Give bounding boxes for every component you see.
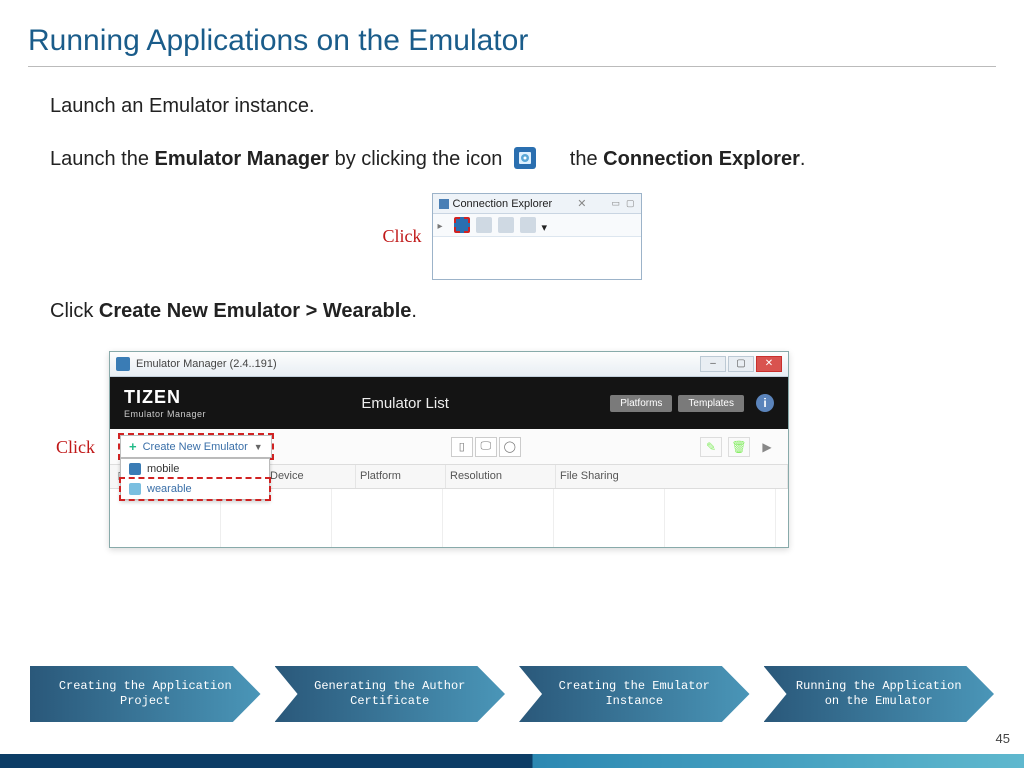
toolbar-icon	[476, 217, 492, 233]
slide: Running Applications on the Emulator Lau…	[0, 0, 1024, 768]
connection-body	[433, 237, 641, 279]
step-label: Running the Application on the Emulator	[764, 666, 995, 722]
run-icon	[438, 220, 448, 230]
emulator-manager-window: Emulator Manager (2.4..191) – ▢ ✕ TIZEN …	[109, 351, 789, 548]
label: wearable	[147, 483, 192, 495]
desktop-icon[interactable]: 🖵	[475, 437, 497, 457]
tab-label: Connection Explorer	[453, 198, 553, 210]
tab-templates[interactable]: Templates	[678, 395, 744, 412]
button-label: Create New Emulator	[143, 441, 248, 453]
tizen-logo: TIZEN Emulator Manager	[124, 387, 206, 419]
emulator-manager-screenshot: Click Emulator Manager (2.4..191) – ▢ ✕ …	[56, 351, 974, 548]
text: Click	[50, 300, 99, 322]
col-filesharing: File Sharing	[556, 465, 788, 488]
info-icon[interactable]: i	[756, 394, 774, 412]
step-2: Generating the Author Certificate	[275, 666, 506, 722]
emulator-manager-icon	[514, 147, 536, 169]
dropdown-caret-icon: ▾	[542, 221, 550, 229]
emulator-header: TIZEN Emulator Manager Emulator List Pla…	[110, 377, 788, 429]
tab-close-icon: ✕	[577, 197, 586, 210]
maximize-button[interactable]: ▢	[728, 356, 754, 372]
para-launch-instance: Launch an Emulator instance.	[50, 93, 974, 120]
col-resolution: Resolution	[446, 465, 556, 488]
col-platform: Platform	[356, 465, 446, 488]
page-number: 45	[996, 731, 1010, 746]
divider	[28, 66, 996, 67]
window-buttons: – ▢ ✕	[700, 356, 782, 372]
term-emulator-manager: Emulator Manager	[155, 148, 329, 170]
term-create-wearable: Create New Emulator > Wearable	[99, 300, 412, 322]
logo-subtitle: Emulator Manager	[124, 409, 206, 419]
click-annotation: Click	[56, 437, 95, 458]
step-arrows: Creating the Application Project Generat…	[30, 666, 994, 722]
minimize-button[interactable]: –	[700, 356, 726, 372]
click-annotation: Click	[383, 226, 422, 247]
text: the	[570, 148, 603, 170]
text: Launch the	[50, 148, 155, 170]
text: .	[411, 300, 417, 322]
step-label: Creating the Emulator Instance	[519, 666, 750, 722]
edit-icon[interactable]: ✎	[700, 437, 722, 457]
create-emulator-dropdown: + Create New Emulator ▼ mobile wearable	[120, 435, 272, 458]
caret-down-icon: ▼	[254, 442, 263, 452]
body: Launch an Emulator instance. Launch the …	[28, 93, 996, 548]
step-3: Creating the Emulator Instance	[519, 666, 750, 722]
toolbar-icon	[520, 217, 536, 233]
dropdown-menu: mobile wearable	[120, 458, 270, 500]
connection-toolbar: ▾	[433, 214, 641, 237]
text: .	[800, 148, 806, 170]
device-filter-icons: ▯ 🖵 ◯	[451, 437, 521, 457]
connection-explorer-screenshot: Click Connection Explorer ✕ ▭▢ ▾	[50, 193, 974, 280]
panel-controls: ▭▢	[611, 198, 634, 209]
run-icon[interactable]: ▶	[756, 437, 778, 457]
col-device: Device	[266, 465, 356, 488]
text: by clicking the icon	[329, 148, 508, 170]
emulator-manager-toolbar-icon[interactable]	[454, 217, 470, 233]
emulator-list-title: Emulator List	[361, 395, 449, 412]
delete-icon[interactable]: 🗑	[728, 437, 750, 457]
phone-icon[interactable]: ▯	[451, 437, 473, 457]
para-click-create: Click Create New Emulator > Wearable.	[50, 298, 974, 325]
step-1: Creating the Application Project	[30, 666, 261, 722]
page-title: Running Applications on the Emulator	[28, 24, 996, 58]
tab-platforms[interactable]: Platforms	[610, 395, 672, 412]
term-connection-explorer: Connection Explorer	[603, 148, 800, 170]
close-button[interactable]: ✕	[756, 356, 782, 372]
toolbar-right: ✎ 🗑 ▶	[700, 437, 778, 457]
step-label: Creating the Application Project	[30, 666, 261, 722]
mobile-icon	[129, 463, 141, 475]
dropdown-item-mobile[interactable]: mobile	[121, 459, 269, 479]
footer-bar	[0, 754, 1024, 768]
wearable-icon	[129, 483, 141, 495]
panel-icon	[439, 199, 449, 209]
watch-icon[interactable]: ◯	[499, 437, 521, 457]
emulator-toolbar: + Create New Emulator ▼ mobile wearable …	[110, 429, 788, 465]
dropdown-item-wearable[interactable]: wearable	[121, 479, 269, 499]
plus-icon: +	[129, 439, 137, 454]
step-label: Generating the Author Certificate	[275, 666, 506, 722]
para-launch-manager: Launch the Emulator Manager by clicking …	[50, 146, 974, 173]
create-new-emulator-button[interactable]: + Create New Emulator ▼	[120, 435, 272, 458]
step-4: Running the Application on the Emulator	[764, 666, 995, 722]
label: mobile	[147, 463, 179, 475]
window-icon	[116, 357, 130, 371]
window-title: Emulator Manager (2.4..191)	[136, 358, 277, 370]
toolbar-icon	[498, 217, 514, 233]
connection-explorer-panel: Connection Explorer ✕ ▭▢ ▾	[432, 193, 642, 280]
connection-explorer-tab: Connection Explorer ✕ ▭▢	[433, 194, 641, 214]
window-titlebar: Emulator Manager (2.4..191) – ▢ ✕	[110, 352, 788, 377]
logo-text: TIZEN	[124, 387, 206, 408]
